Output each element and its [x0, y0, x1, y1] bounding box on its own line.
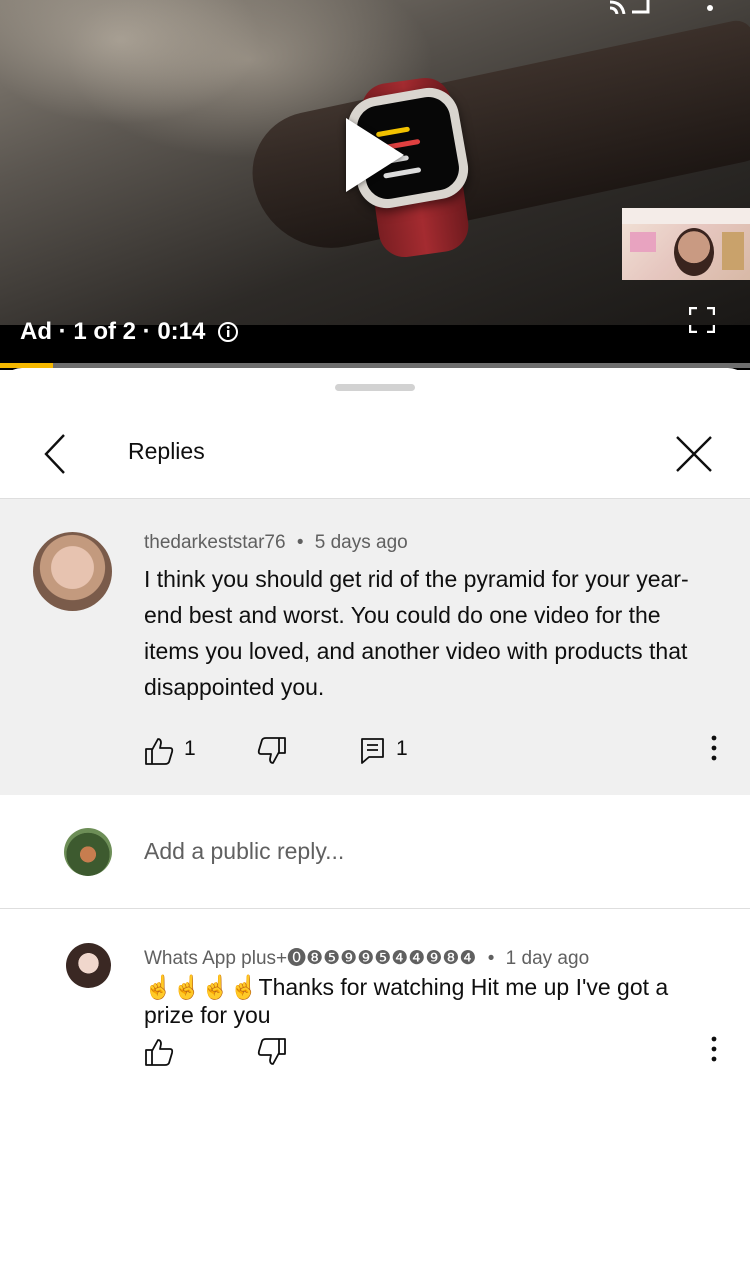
- more-actions-icon[interactable]: [709, 735, 719, 761]
- more-actions-icon[interactable]: [709, 1036, 719, 1062]
- add-reply-row: [0, 795, 750, 909]
- comment-time: 5 days ago: [314, 532, 408, 553]
- comment-actions: [144, 1034, 444, 1070]
- fullscreen-icon[interactable]: [689, 307, 715, 333]
- comment-text: ☝️☝️☝️☝️Thanks for watching Hit me up I'…: [144, 974, 669, 1028]
- comment-time: 1 day ago: [505, 948, 590, 969]
- next-video-thumbnail[interactable]: [622, 208, 750, 280]
- my-avatar: [64, 828, 112, 876]
- thumbs-up-icon[interactable]: [144, 736, 174, 766]
- thumbs-down-icon[interactable]: [257, 736, 287, 766]
- cast-icon[interactable]: [608, 0, 652, 14]
- thumbs-up-icon[interactable]: [144, 1037, 174, 1067]
- comment-author[interactable]: Whats App plus+⓿❽❺❾❾❺❹❹❾❽❹: [144, 948, 476, 969]
- drag-handle[interactable]: [335, 384, 415, 391]
- info-icon[interactable]: [217, 321, 239, 343]
- back-arrow-icon[interactable]: [38, 432, 74, 476]
- video-player[interactable]: Ad · 1 of 2 · 0:14: [0, 0, 750, 370]
- reply-input[interactable]: [144, 835, 704, 867]
- meta-separator: •: [296, 532, 304, 553]
- reply-count: 1: [396, 737, 408, 760]
- ad-label: Ad · 1 of 2 · 0:14: [20, 318, 206, 345]
- parent-comment: thedarkeststar76 • 5 days ago I think yo…: [0, 499, 750, 795]
- more-vert-icon[interactable]: [702, 0, 718, 14]
- reply-comment: Whats App plus+⓿❽❺❾❾❺❹❹❾❽❹ • 1 day ago ☝…: [0, 909, 750, 1109]
- like-count: 1: [184, 737, 196, 760]
- meta-separator: •: [487, 948, 495, 969]
- avatar[interactable]: [66, 943, 111, 988]
- comment-meta: thedarkeststar76 • 5 days ago: [144, 532, 408, 554]
- comment-meta: Whats App plus+⓿❽❺❾❾❺❹❹❾❽❹ • 1 day ago: [144, 943, 589, 970]
- comment-actions: 1 1: [144, 733, 734, 769]
- close-icon[interactable]: [672, 432, 716, 476]
- comment-text: I think you should get rid of the pyrami…: [144, 566, 689, 700]
- reply-icon[interactable]: [358, 736, 388, 766]
- sheet-title: Replies: [128, 438, 205, 464]
- replies-sheet: Replies thedarkeststar76 • 5 days ago I …: [0, 368, 750, 1267]
- play-icon[interactable]: [346, 118, 404, 192]
- thumbs-down-icon[interactable]: [257, 1037, 287, 1067]
- comment-author[interactable]: thedarkeststar76: [144, 532, 286, 553]
- ad-info: Ad · 1 of 2 · 0:14: [20, 317, 239, 347]
- avatar[interactable]: [33, 532, 112, 611]
- sheet-header: Replies: [0, 410, 750, 499]
